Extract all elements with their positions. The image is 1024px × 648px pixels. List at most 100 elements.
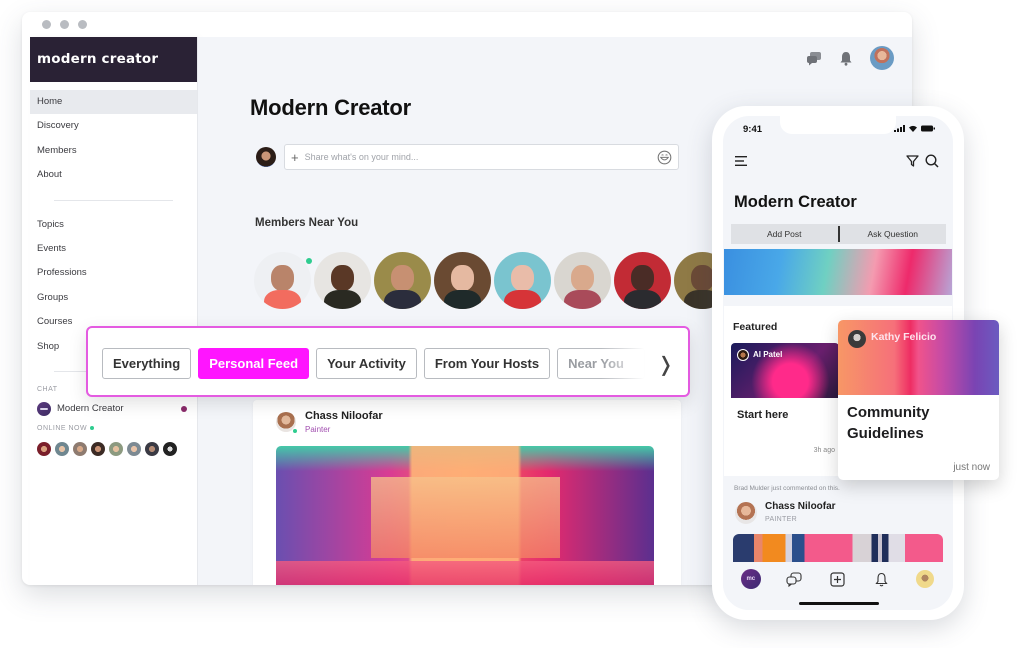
online-user-avatar[interactable] [163,441,177,456]
sidebar-item-groups[interactable]: Groups [30,286,197,310]
chevron-right-icon[interactable]: ❭ [657,352,674,377]
phone-notch [780,116,896,134]
tab-add[interactable] [827,568,849,590]
phone-banner-image [724,249,952,295]
member-avatar[interactable] [314,252,371,309]
sidebar-item-discovery[interactable]: Discovery [30,114,197,138]
members-near-you-list [254,252,731,309]
online-user-avatar[interactable] [55,441,69,456]
stage: modern creator Home Discovery Members Ab… [0,0,1024,648]
phone-page-title: Modern Creator [734,193,857,211]
nav-divider [54,199,173,201]
filter-personal-feed[interactable]: Personal Feed [198,348,310,379]
online-now-label: ONLINE NOW [30,425,197,432]
community-guidelines-card[interactable]: Kathy Felicio Community Guidelines just … [838,320,999,480]
community-card-author: Kathy Felicio [871,331,937,343]
featured-card-time: 3h ago [813,447,835,454]
phone-post-image[interactable] [733,534,943,562]
sidebar-item-about[interactable]: About [30,163,197,187]
topbar-icons [806,46,894,70]
member-avatar[interactable] [254,252,311,309]
members-near-you-title: Members Near You [255,217,359,229]
user-avatar[interactable] [870,46,894,70]
filter-icon[interactable] [906,155,919,167]
phone-post-author-name[interactable]: Chass Niloofar [765,501,836,512]
bell-outline-icon [875,572,888,586]
tab-chat[interactable] [783,568,805,590]
home-indicator [799,602,879,605]
sidebar: modern creator Home Discovery Members Ab… [30,37,198,585]
online-user-avatar[interactable] [73,441,87,456]
tab-notifications[interactable] [871,568,893,590]
post-author-role: Painter [305,425,331,434]
featured-card-title: Start here [737,409,789,421]
sidebar-item-members[interactable]: Members [30,139,197,163]
featured-card-image: Al Patel [731,343,839,398]
emoji-icon[interactable] [657,150,672,165]
member-avatar[interactable] [614,252,671,309]
ask-question-button[interactable]: Ask Question [840,224,947,244]
signal-icon [894,125,905,132]
post-composer[interactable]: + [284,144,679,170]
tab-profile[interactable] [914,568,936,590]
online-indicator-icon [90,426,95,431]
post-image[interactable] [276,446,654,585]
phone-action-bar: Add Post Ask Question [731,224,946,244]
window-controls [42,20,87,29]
brand-logo[interactable]: modern creator [30,37,197,82]
tab-home[interactable]: mc [740,568,762,590]
post-author-name[interactable]: Chass Niloofar [305,410,383,422]
chat-item-modern-creator[interactable]: Modern Creator [30,397,197,421]
member-avatar[interactable] [494,252,551,309]
online-user-avatar[interactable] [91,441,105,456]
online-user-avatar[interactable] [145,441,159,456]
page-title: Modern Creator [250,95,411,120]
add-square-icon [830,571,846,587]
member-avatar[interactable] [434,252,491,309]
online-user-avatar[interactable] [37,441,51,456]
messages-icon[interactable] [806,50,822,66]
sidebar-item-events[interactable]: Events [30,237,197,261]
sidebar-item-home[interactable]: Home [30,90,197,115]
status-icons [894,125,935,132]
hamburger-menu-icon[interactable] [735,156,748,166]
chat-avatar [37,401,51,416]
phone-post-author-role: PAINTER [765,516,797,523]
phone-post-author-avatar[interactable] [735,502,757,524]
member-avatar[interactable] [554,252,611,309]
window-minimize-button[interactable] [60,20,69,29]
bell-icon[interactable] [838,50,854,66]
featured-label: Featured [733,321,778,333]
featured-card-author-avatar [737,349,749,361]
online-user-avatar[interactable] [109,441,123,456]
battery-icon [921,125,935,132]
post-author-online-indicator [292,428,298,434]
chat-bubbles-icon [786,571,802,587]
community-card-time: just now [953,462,990,473]
online-user-avatar[interactable] [127,441,141,456]
unread-dot [181,405,187,412]
window-close-button[interactable] [42,20,51,29]
comment-notification: Brad Mulder just commented on this. [734,485,840,492]
featured-card-author: Al Patel [753,350,783,359]
member-online-indicator [306,258,312,264]
filter-from-your-hosts[interactable]: From Your Hosts [423,348,551,379]
search-icon[interactable] [925,154,939,168]
community-card-title: Community Guidelines [847,404,930,442]
filter-everything[interactable]: Everything [102,348,192,379]
filter-your-activity[interactable]: Your Activity [316,348,417,379]
post-card: Chass Niloofar Painter [253,400,681,585]
brand-mark-icon: mc [740,569,761,589]
community-card-image: Kathy Felicio [838,320,999,395]
sidebar-item-professions[interactable]: Professions [30,261,197,285]
community-card-author-avatar [848,330,866,348]
sidebar-item-topics[interactable]: Topics [30,213,197,237]
share-input[interactable] [304,152,657,162]
member-avatar[interactable] [374,252,431,309]
filter-near-you[interactable]: Near You [557,348,646,379]
add-post-button[interactable]: Add Post [731,224,838,244]
plus-icon[interactable]: + [291,151,299,164]
featured-card-start-here[interactable]: Al Patel Start here 3h ago [731,343,839,460]
window-maximize-button[interactable] [78,20,87,29]
profile-avatar [916,570,935,588]
